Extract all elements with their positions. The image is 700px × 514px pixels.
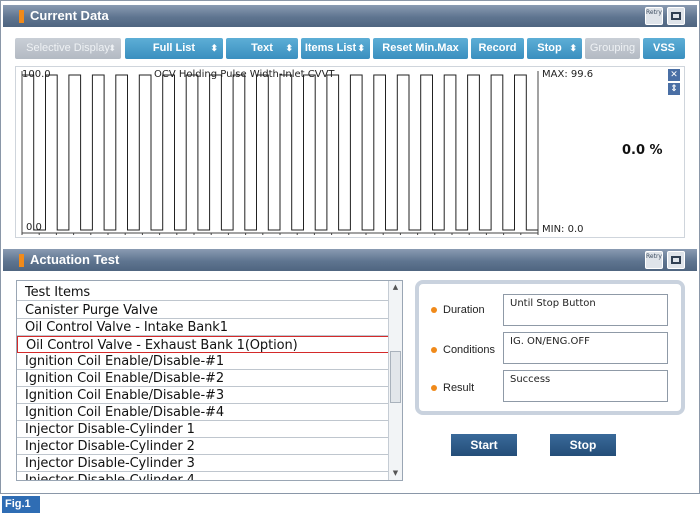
conditions-value: IG. ON/ENG.OFF <box>503 332 668 364</box>
result-label: Result <box>431 382 474 394</box>
bullet-icon <box>431 385 437 392</box>
scroll-thumb[interactable] <box>390 351 401 403</box>
list-item[interactable]: Injector Disable-Cylinder 3 <box>17 455 389 472</box>
graph-bottom-value: 0.0 <box>26 222 42 233</box>
conditions-label-text: Conditions <box>443 344 495 356</box>
spin-icon: ⬍ <box>569 43 577 53</box>
selective-display-button[interactable]: Selective Display ⬍ <box>15 38 121 59</box>
maximize-icon <box>671 256 681 264</box>
maximize-icon <box>671 12 681 20</box>
scroll-up-icon[interactable]: ▲ <box>390 282 401 293</box>
list-header: Test Items <box>17 284 389 301</box>
items-list-label: Items List <box>304 42 357 54</box>
list-item[interactable]: Canister Purge Valve <box>17 302 389 319</box>
selective-display-label: Selective Display <box>26 42 110 54</box>
list-item[interactable]: Ignition Coil Enable/Disable-#2 <box>17 370 389 387</box>
duration-value: Until Stop Button <box>503 294 668 326</box>
signal-graph-svg <box>21 71 539 235</box>
figure-label: Fig.1 <box>2 496 40 513</box>
title-marker-icon <box>19 254 24 267</box>
maximize-button[interactable] <box>667 7 685 25</box>
list-item[interactable]: Ignition Coil Enable/Disable-#4 <box>17 404 389 421</box>
list-item[interactable]: Injector Disable-Cylinder 2 <box>17 438 389 455</box>
test-items-list: Test Items Canister Purge Valve Oil Cont… <box>16 280 403 481</box>
current-data-titlebar: Current Data Retry <box>3 5 697 27</box>
text-view-label: Text <box>251 42 273 54</box>
stop-label: Stop <box>537 42 562 54</box>
record-button[interactable]: Record <box>471 38 524 59</box>
scroll-down-icon[interactable]: ▼ <box>390 468 401 479</box>
vss-button[interactable]: VSS <box>643 38 685 59</box>
list-item[interactable]: Injector Disable-Cylinder 4 <box>17 472 389 480</box>
retry-icon: Retry <box>646 9 662 16</box>
actuation-test-title: Actuation Test <box>30 252 120 267</box>
graph-top-value: 100.0 <box>22 69 51 80</box>
retry-button[interactable]: Retry <box>645 7 663 25</box>
spin-icon: ⬍ <box>357 43 365 53</box>
list-scrollbar[interactable]: ▲ ▼ <box>388 281 402 480</box>
bullet-icon <box>431 307 437 314</box>
text-view-button[interactable]: Text ⬍ <box>226 38 298 59</box>
stop-record-button[interactable]: Stop ⬍ <box>527 38 582 59</box>
current-data-toolbar: Selective Display ⬍ Full List ⬍ Text ⬍ I… <box>15 38 685 60</box>
graph-max-label: MAX: 99.6 <box>542 69 594 80</box>
reset-min-max-button[interactable]: Reset Min.Max <box>373 38 468 59</box>
title-marker-icon <box>19 10 24 23</box>
list-item[interactable]: Ignition Coil Enable/Disable-#1 <box>17 353 389 370</box>
full-list-button[interactable]: Full List ⬍ <box>125 38 223 59</box>
graph-signal-name: OCV Holding Pulse Width-Inlet CVVT <box>154 69 335 80</box>
current-value: 0.0 % <box>622 143 663 158</box>
stop-button[interactable]: Stop <box>550 434 616 456</box>
result-label-text: Result <box>443 382 475 394</box>
close-graph-icon[interactable]: ✕ <box>668 69 680 81</box>
app-window: Current Data Retry Selective Display ⬍ F… <box>0 0 700 494</box>
list-item[interactable]: Ignition Coil Enable/Disable-#3 <box>17 387 389 404</box>
spin-icon: ⬍ <box>108 43 116 53</box>
spin-icon: ⬍ <box>285 43 293 53</box>
scale-toggle-icon[interactable]: ⇕ <box>668 83 680 95</box>
result-value: Success <box>503 370 668 402</box>
maximize-button[interactable] <box>667 251 685 269</box>
conditions-label: Conditions <box>431 344 495 356</box>
duration-label: Duration <box>431 304 485 316</box>
start-button[interactable]: Start <box>451 434 517 456</box>
signal-series-line <box>22 74 538 231</box>
actuation-test-titlebar: Actuation Test Retry <box>3 249 697 271</box>
spin-icon: ⬍ <box>210 43 218 53</box>
graph-min-label: MIN: 0.0 <box>542 224 584 235</box>
current-data-title: Current Data <box>30 8 109 23</box>
full-list-label: Full List <box>152 42 196 54</box>
signal-graph: 100.0 0.0 OCV Holding Pulse Width-Inlet … <box>15 66 685 238</box>
retry-button[interactable]: Retry <box>645 251 663 269</box>
test-info-panel: Duration Until Stop Button Conditions IG… <box>415 280 685 415</box>
bullet-icon <box>431 347 437 354</box>
list-item[interactable]: Oil Control Valve - Intake Bank1 <box>17 319 389 336</box>
items-list-button[interactable]: Items List ⬍ <box>301 38 370 59</box>
duration-label-text: Duration <box>443 304 485 316</box>
list-item-selected[interactable]: Oil Control Valve - Exhaust Bank 1(Optio… <box>17 336 389 353</box>
list-item[interactable]: Injector Disable-Cylinder 1 <box>17 421 389 438</box>
grouping-button[interactable]: Grouping <box>585 38 640 59</box>
retry-icon: Retry <box>646 253 662 260</box>
